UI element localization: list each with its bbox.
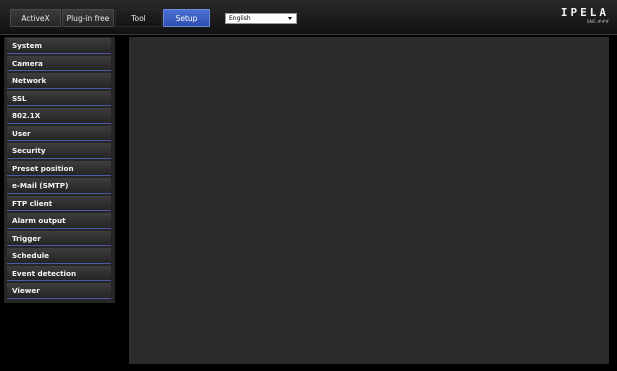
menu-item-viewer[interactable]: Viewer bbox=[7, 283, 111, 299]
menu-item-alarm-output[interactable]: Alarm output bbox=[7, 213, 111, 229]
menu-item-ftp-client[interactable]: FTP client bbox=[7, 195, 111, 211]
language-select-value: English bbox=[229, 15, 251, 22]
menu-item-event-detection[interactable]: Event detection bbox=[7, 265, 111, 281]
setup-menu: System Camera Network SSL 802.1X User Se… bbox=[4, 37, 115, 303]
menu-item-email-smtp[interactable]: e-Mail (SMTP) bbox=[7, 178, 111, 194]
top-bar: ActiveX Plug-in free Tool Setup English … bbox=[0, 0, 617, 35]
tab-setup[interactable]: Setup bbox=[163, 9, 210, 27]
menu-item-schedule[interactable]: Schedule bbox=[7, 248, 111, 264]
main-content-panel bbox=[129, 37, 609, 364]
tab-activex[interactable]: ActiveX bbox=[10, 9, 61, 27]
tab-tool[interactable]: Tool bbox=[115, 9, 162, 27]
menu-item-network[interactable]: Network bbox=[7, 73, 111, 89]
language-select[interactable]: English bbox=[225, 13, 297, 24]
brand-logo: IPELA SNC-### bbox=[561, 6, 609, 26]
menu-item-trigger[interactable]: Trigger bbox=[7, 230, 111, 246]
model-name: SNC-### bbox=[586, 20, 609, 25]
tab-plug-in-free[interactable]: Plug-in free bbox=[62, 9, 114, 27]
menu-item-802-1x[interactable]: 802.1X bbox=[7, 108, 111, 124]
app-window: ActiveX Plug-in free Tool Setup English … bbox=[0, 0, 617, 371]
logo-wordmark: IPELA bbox=[560, 6, 609, 19]
chevron-down-icon bbox=[288, 17, 292, 20]
menu-item-user[interactable]: User bbox=[7, 125, 111, 141]
menu-item-security[interactable]: Security bbox=[7, 143, 111, 159]
menu-item-system[interactable]: System bbox=[7, 38, 111, 54]
menu-item-preset-position[interactable]: Preset position bbox=[7, 160, 111, 176]
menu-item-ssl[interactable]: SSL bbox=[7, 90, 111, 106]
menu-item-camera[interactable]: Camera bbox=[7, 55, 111, 71]
